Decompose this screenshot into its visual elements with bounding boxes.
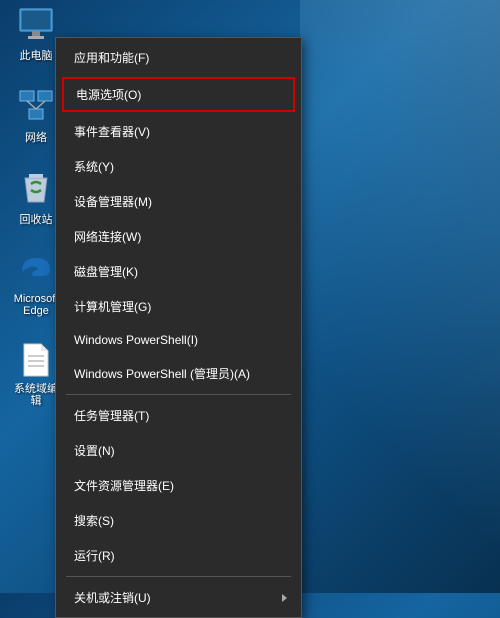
- file-icon: [17, 341, 55, 379]
- menu-item[interactable]: 运行(R): [56, 538, 301, 573]
- menu-item[interactable]: 设备管理器(M): [56, 184, 301, 219]
- edge-icon: [17, 251, 55, 289]
- menu-item[interactable]: Windows PowerShell (管理员)(A): [56, 356, 301, 391]
- menu-item[interactable]: 电源选项(O): [62, 77, 295, 112]
- menu-item[interactable]: Windows PowerShell(I): [56, 324, 301, 356]
- desktop-icon-label: 此电脑: [20, 47, 53, 63]
- menu-item[interactable]: 事件查看器(V): [56, 114, 301, 149]
- menu-separator: [66, 576, 291, 577]
- menu-item[interactable]: 任务管理器(T): [56, 398, 301, 433]
- network-icon: [17, 87, 55, 125]
- recycle-bin-icon: [17, 169, 55, 207]
- desktop-icon-file[interactable]: 系统域编辑: [12, 341, 60, 407]
- winx-context-menu: 应用和功能(F)电源选项(O)事件查看器(V)系统(Y)设备管理器(M)网络连接…: [55, 37, 302, 618]
- menu-item[interactable]: 设置(N): [56, 433, 301, 468]
- desktop-icon-edge[interactable]: Microsoft Edge: [12, 251, 60, 317]
- this-pc-icon: [17, 5, 55, 43]
- menu-item[interactable]: 应用和功能(F): [56, 40, 301, 75]
- desktop-icon-label: Microsoft Edge: [12, 293, 60, 317]
- menu-item[interactable]: 系统(Y): [56, 149, 301, 184]
- menu-item[interactable]: 关机或注销(U): [56, 580, 301, 615]
- desktop-icons-column: 此电脑 网络 回收站 Mic: [12, 5, 60, 407]
- desktop-icon-label: 系统域编辑: [12, 383, 60, 407]
- menu-item[interactable]: 文件资源管理器(E): [56, 468, 301, 503]
- desktop-icon-this-pc[interactable]: 此电脑: [12, 5, 60, 63]
- menu-item[interactable]: 磁盘管理(K): [56, 254, 301, 289]
- menu-separator: [66, 394, 291, 395]
- menu-item[interactable]: 网络连接(W): [56, 219, 301, 254]
- desktop-icon-label: 回收站: [20, 211, 53, 227]
- desktop-icon-network[interactable]: 网络: [12, 87, 60, 145]
- desktop-icon-recycle-bin[interactable]: 回收站: [12, 169, 60, 227]
- menu-item[interactable]: 搜索(S): [56, 503, 301, 538]
- menu-item[interactable]: 计算机管理(G): [56, 289, 301, 324]
- desktop-icon-label: 网络: [25, 129, 47, 145]
